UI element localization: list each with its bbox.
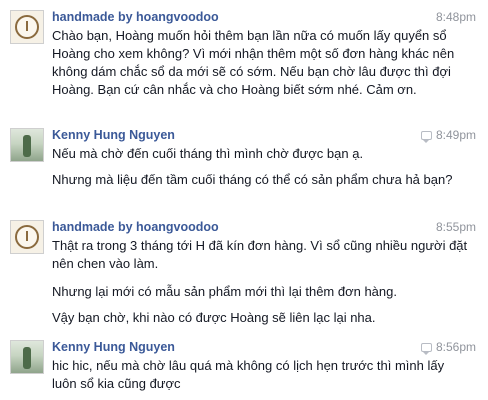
message-4: Kenny Hung Nguyen 8:56pm hic hic, nếu mà…	[0, 332, 488, 400]
message-time: 8:49pm	[435, 128, 476, 142]
message-text: Vậy bạn chờ, khi nào có được Hoàng sẽ li…	[52, 310, 376, 325]
message-text: Chào bạn, Hoàng muốn hỏi thêm bạn lần nữ…	[52, 28, 455, 97]
logo-icon	[15, 225, 39, 249]
message-time: 8:56pm	[435, 340, 476, 354]
sender-name[interactable]: handmade by hoangvoodoo	[52, 220, 219, 234]
user-photo	[23, 135, 31, 157]
reply-icon[interactable]	[421, 343, 432, 355]
reply-icon[interactable]	[421, 131, 432, 143]
sender-name[interactable]: handmade by hoangvoodoo	[52, 10, 219, 24]
logo-icon	[15, 15, 39, 39]
message-2: Kenny Hung Nguyen 8:49pm Nếu mà chờ đến …	[0, 120, 488, 212]
sender-avatar[interactable]	[10, 128, 44, 162]
message-text: Thật ra trong 3 tháng tới H đã kín đơn h…	[52, 238, 468, 271]
sender-name[interactable]: Kenny Hung Nguyen	[52, 340, 175, 354]
message-text: Nhưng mà liệu đến tầm cuối tháng có thể …	[52, 172, 453, 187]
message-text: Nếu mà chờ đến cuối tháng thì mình chờ đ…	[52, 146, 364, 161]
sender-avatar[interactable]	[10, 220, 44, 254]
message-3: handmade by hoangvoodoo 8:55pm Thật ra t…	[0, 212, 488, 340]
message-text: hic hic, nếu mà chờ lâu quá mà không có …	[52, 358, 445, 391]
sender-avatar[interactable]	[10, 10, 44, 44]
message-time: 8:48pm	[435, 10, 476, 24]
user-photo	[23, 347, 31, 369]
message-text: Nhưng lại mới có mẫu sản phẩm mới thì lạ…	[52, 284, 397, 299]
sender-name[interactable]: Kenny Hung Nguyen	[52, 128, 175, 142]
sender-avatar[interactable]	[10, 340, 44, 374]
message-1: handmade by hoangvoodoo 8:48pm Chào bạn,…	[0, 0, 488, 120]
message-time: 8:55pm	[435, 220, 476, 234]
